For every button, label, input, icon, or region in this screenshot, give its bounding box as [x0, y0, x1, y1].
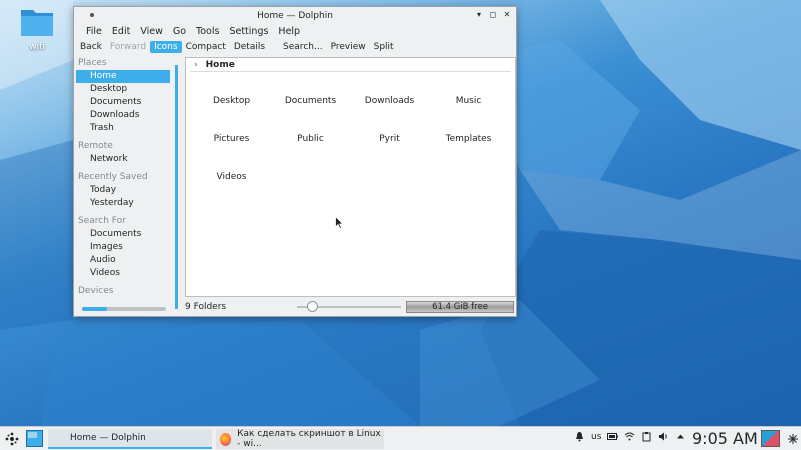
chevron-right-icon[interactable]: › [194, 60, 198, 70]
folder-item[interactable]: Music [429, 94, 508, 108]
back-button[interactable]: Back [76, 41, 106, 53]
folder-count: 9 Folders [185, 302, 227, 312]
sidebar-item-trash[interactable]: Trash [76, 122, 173, 135]
desktop-icon-label: wifi [29, 42, 45, 52]
recent-header: Recently Saved [78, 172, 148, 182]
menu-tools[interactable]: Tools [191, 26, 224, 37]
folder-item[interactable]: Videos [192, 170, 271, 184]
firefox-icon [220, 432, 232, 446]
search-header: Search For [78, 216, 126, 226]
file-view[interactable]: › Home Desktop Documents Downloads Music… [185, 57, 516, 297]
sidebar-item-yesterday[interactable]: Yesterday [76, 197, 173, 210]
close-icon[interactable]: ✕ [502, 10, 512, 20]
dolphin-window: Home — Dolphin ▾ ◻ ✕ File Edit View Go T… [73, 6, 517, 317]
device-capacity-bar [82, 307, 166, 311]
menu-file[interactable]: File [81, 26, 107, 37]
wifi-icon[interactable] [624, 431, 635, 442]
preview-button[interactable]: Preview [327, 41, 370, 53]
icons-view-button[interactable]: Icons [150, 41, 182, 53]
compact-view-button[interactable]: Compact [182, 41, 230, 53]
toolbar: Back Forward Icons Compact Details Searc… [74, 39, 516, 55]
taskbar: Home — Dolphin Как сделать скриншот в Li… [0, 426, 801, 450]
task-firefox[interactable]: Как сделать скриншот в Linux - wi... [216, 429, 384, 449]
breadcrumb[interactable]: › Home [190, 58, 511, 72]
application-launcher-icon[interactable] [4, 431, 20, 447]
notifications-icon[interactable] [574, 431, 585, 442]
folder-item[interactable]: Downloads [350, 94, 429, 108]
folder-item[interactable]: Pictures [192, 132, 271, 146]
digital-clock[interactable]: 9:05 AM [692, 429, 758, 448]
sidebar-item-today[interactable]: Today [76, 184, 173, 197]
menubar: File Edit View Go Tools Settings Help [74, 24, 516, 39]
virtual-desktop-pager[interactable] [26, 430, 43, 447]
menu-edit[interactable]: Edit [107, 26, 135, 37]
sidebar-item-search-images[interactable]: Images [76, 241, 173, 254]
sidebar-item-downloads[interactable]: Downloads [76, 109, 173, 122]
desktop-icon-wifi[interactable]: wifi [17, 6, 57, 52]
sidebar-scrollbar[interactable] [175, 65, 178, 309]
folder-grid: Desktop Documents Downloads Music Pictur… [192, 94, 512, 184]
folder-icon [19, 6, 55, 38]
sidebar-item-search-videos[interactable]: Videos [76, 267, 173, 280]
breadcrumb-current[interactable]: Home [206, 60, 235, 70]
status-bar: 9 Folders 61.4 GiB free [185, 299, 516, 315]
devices-header: Devices [78, 286, 114, 296]
places-header: Places [78, 58, 107, 68]
search-button[interactable]: Search... [279, 41, 327, 53]
show-desktop-icon[interactable] [761, 430, 780, 447]
volume-icon[interactable] [658, 431, 669, 442]
folder-item[interactable]: Pyrit [350, 132, 429, 146]
window-title: Home — Dolphin [257, 10, 333, 21]
sidebar-item-home[interactable]: Home [76, 70, 170, 83]
system-tray: us [574, 431, 686, 442]
menu-help[interactable]: Help [273, 26, 305, 37]
tray-expand-icon[interactable] [675, 431, 686, 442]
sidebar-item-desktop[interactable]: Desktop [76, 83, 173, 96]
window-titlebar[interactable]: Home — Dolphin ▾ ◻ ✕ [74, 7, 516, 24]
sidebar-item-search-audio[interactable]: Audio [76, 254, 173, 267]
menu-settings[interactable]: Settings [224, 26, 273, 37]
places-panel: Places Home Desktop Documents Downloads … [76, 57, 173, 312]
task-firefox-label: Как сделать скриншот в Linux - wi... [237, 429, 381, 449]
window-menu-icon[interactable] [90, 13, 94, 17]
folder-item[interactable]: Documents [271, 94, 350, 108]
split-button[interactable]: Split [370, 41, 398, 53]
menu-go[interactable]: Go [168, 26, 191, 37]
zoom-slider-handle[interactable] [307, 301, 318, 312]
battery-icon[interactable] [607, 431, 619, 442]
sidebar-item-search-documents[interactable]: Documents [76, 228, 173, 241]
mouse-cursor-icon [335, 216, 344, 229]
task-dolphin-label: Home — Dolphin [70, 433, 146, 443]
folder-item[interactable]: Desktop [192, 94, 271, 108]
task-dolphin[interactable]: Home — Dolphin [48, 429, 212, 449]
minimize-icon[interactable]: ▾ [474, 10, 484, 20]
sidebar-item-documents[interactable]: Documents [76, 96, 173, 109]
folder-item[interactable]: Templates [429, 132, 508, 146]
folder-item[interactable]: Public [271, 132, 350, 146]
clipboard-icon[interactable] [641, 431, 652, 442]
remote-header: Remote [78, 141, 113, 151]
details-view-button[interactable]: Details [230, 41, 269, 53]
keyboard-layout-indicator[interactable]: us [591, 432, 601, 442]
maximize-icon[interactable]: ◻ [488, 10, 498, 20]
forward-button[interactable]: Forward [106, 41, 150, 53]
sidebar-item-network[interactable]: Network [76, 153, 173, 166]
panel-toolbox-icon[interactable] [787, 433, 799, 445]
free-space-indicator[interactable]: 61.4 GiB free [406, 301, 514, 313]
menu-view[interactable]: View [135, 26, 168, 37]
